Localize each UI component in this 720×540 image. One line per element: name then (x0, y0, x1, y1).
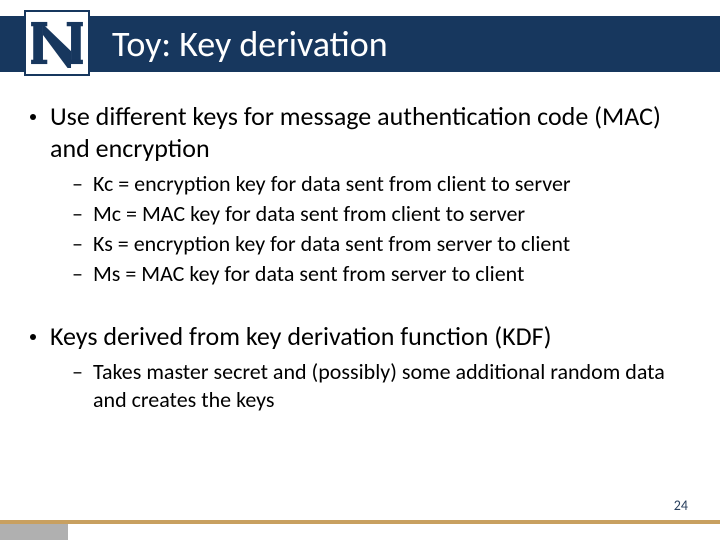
sub-bullet-item: – Kc = encryption key for data sent from… (72, 170, 690, 198)
bullet-text: Keys derived from key derivation functio… (50, 320, 551, 352)
sub-bullet-text: Kc = encryption key for data sent from c… (93, 170, 571, 198)
sub-list: – Takes master secret and (possibly) som… (72, 358, 690, 414)
sub-bullet-text: Ks = encryption key for data sent from s… (93, 230, 570, 258)
bullet-text: Use different keys for message authentic… (50, 100, 690, 164)
sub-bullet-item: – Ms = MAC key for data sent from server… (72, 260, 690, 288)
bullet-dot-icon (30, 334, 36, 340)
footer-accent-bar (0, 520, 720, 524)
sub-list: – Kc = encryption key for data sent from… (72, 170, 690, 288)
page-number: 24 (674, 497, 688, 514)
sub-bullet-item: – Ks = encryption key for data sent from… (72, 230, 690, 258)
dash-icon: – (72, 230, 83, 258)
bullet-dot-icon (30, 114, 36, 120)
slide-body: Use different keys for message authentic… (30, 92, 690, 424)
sub-bullet-text: Mc = MAC key for data sent from client t… (93, 200, 525, 228)
dash-icon: – (72, 170, 83, 198)
bullet-item: Use different keys for message authentic… (30, 100, 690, 164)
dash-icon: – (72, 260, 83, 288)
dash-icon: – (72, 200, 83, 228)
footer-gray-block (0, 524, 68, 540)
dash-icon: – (72, 358, 83, 386)
sub-bullet-item: – Takes master secret and (possibly) som… (72, 358, 690, 414)
nevada-n-logo (24, 10, 90, 76)
slide-title: Toy: Key derivation (112, 18, 388, 70)
sub-bullet-item: – Mc = MAC key for data sent from client… (72, 200, 690, 228)
sub-bullet-text: Ms = MAC key for data sent from server t… (93, 260, 524, 288)
sub-bullet-text: Takes master secret and (possibly) some … (93, 358, 690, 414)
bullet-item: Keys derived from key derivation functio… (30, 320, 690, 352)
